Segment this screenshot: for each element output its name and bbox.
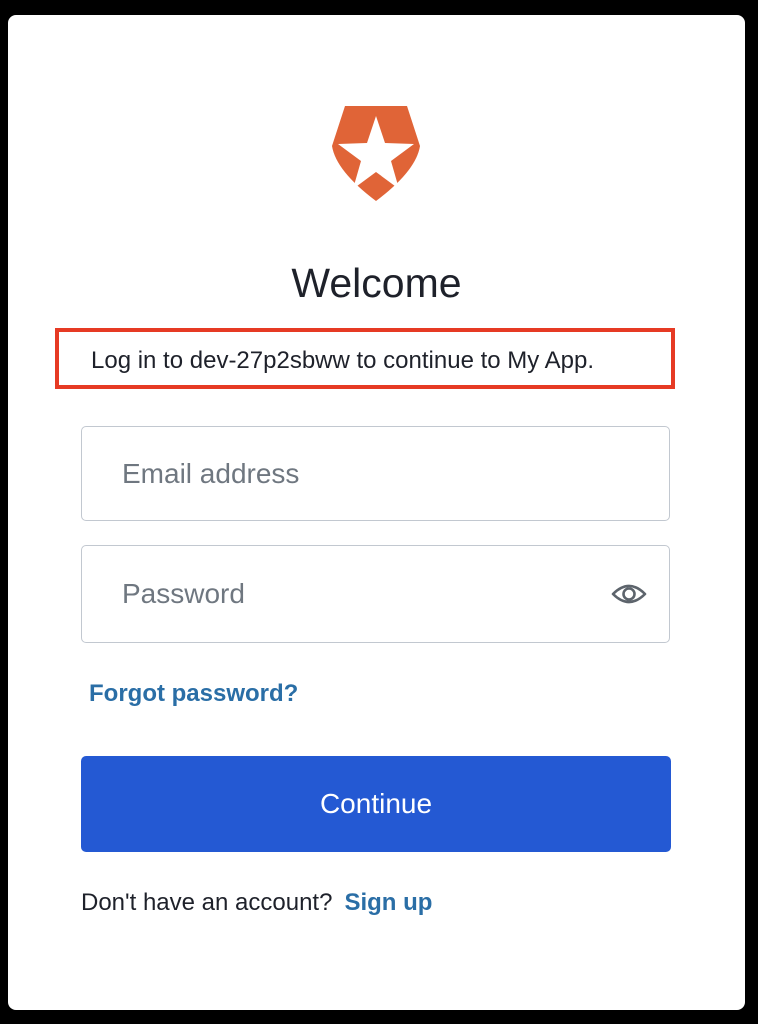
eye-icon[interactable] bbox=[611, 579, 647, 609]
signup-link[interactable]: Sign up bbox=[344, 889, 432, 916]
password-field[interactable] bbox=[81, 545, 670, 643]
continue-button[interactable]: Continue bbox=[81, 756, 671, 852]
page-title: Welcome bbox=[291, 260, 462, 306]
password-input[interactable] bbox=[122, 546, 592, 642]
signup-row: Don't have an account? Sign up bbox=[81, 888, 432, 918]
email-field[interactable] bbox=[81, 426, 670, 521]
auth0-shield-star-icon bbox=[332, 106, 420, 201]
forgot-password-link[interactable]: Forgot password? bbox=[89, 679, 298, 709]
login-card: Welcome Log in to dev-27p2sbww to contin… bbox=[8, 15, 745, 1010]
signup-prompt: Don't have an account? bbox=[81, 889, 333, 916]
login-subtitle: Log in to dev-27p2sbww to continue to My… bbox=[91, 347, 594, 374]
email-input[interactable] bbox=[122, 427, 592, 520]
